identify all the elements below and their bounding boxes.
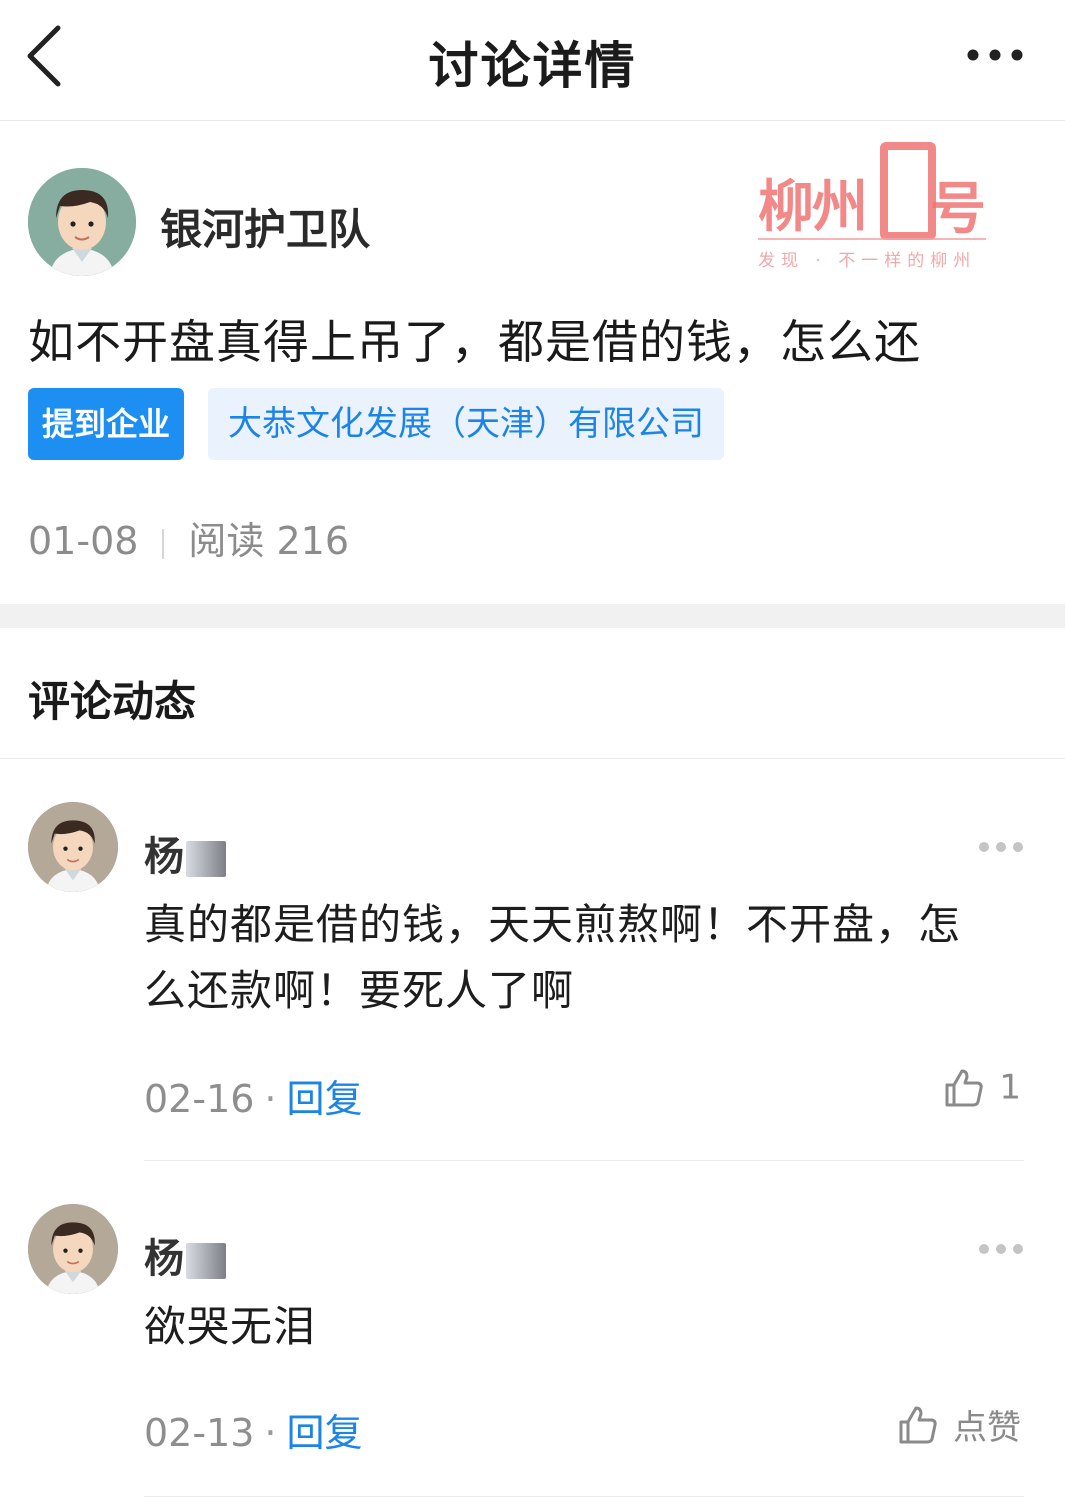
meta-dot: · (264, 1077, 277, 1121)
comment-text-line: 真的都是借的钱，天天煎熬啊！不开盘，怎 (144, 900, 962, 949)
post-date: 01-08 (28, 519, 139, 563)
more-horizontal-icon[interactable] (965, 44, 1025, 66)
comment-author-name[interactable]: 杨 (144, 1226, 226, 1284)
divider (144, 1496, 1024, 1497)
post-author-name[interactable]: 银河护卫队 (160, 196, 370, 257)
thumbs-up-icon (945, 1069, 984, 1106)
page-title: 讨论详情 (428, 37, 637, 95)
comment-text-line: 么还款啊！要死人了啊 (144, 966, 575, 1015)
watermark-divider (758, 238, 986, 240)
mentioned-company-label: 提到企业 (28, 388, 184, 460)
top-nav-bar: 讨论详情 (0, 0, 1065, 121)
comment-meta: 02-13 · 回复 (144, 1402, 363, 1457)
comment-text-line: 欲哭无泪 (144, 1302, 317, 1351)
comments-section-title: 评论动态 (28, 677, 197, 726)
watermark-hao: 号 (930, 177, 986, 242)
post-meta: 01-08 阅读 216 (28, 510, 349, 565)
meta-divider (162, 528, 165, 559)
more-horizontal-icon[interactable] (978, 840, 1024, 854)
like-button[interactable]: 1 (943, 1066, 1021, 1109)
comment-text: 真的都是借的钱，天天煎熬啊！不开盘，怎 么还款啊！要死人了啊 (144, 892, 1024, 1024)
comment-avatar[interactable] (28, 1204, 118, 1294)
comment-author-surname: 杨 (144, 1236, 184, 1282)
thumbs-up-icon (899, 1406, 937, 1443)
section-separator (0, 604, 1065, 628)
comment-meta: 02-16 · 回复 (144, 1068, 363, 1123)
divider (0, 758, 1065, 759)
meta-dot: · (264, 1411, 277, 1455)
like-button[interactable]: 点赞 (897, 1400, 1021, 1449)
redacted-name-block (186, 1243, 226, 1279)
comment-text: 欲哭无泪 (144, 1294, 1024, 1360)
post-read-count: 阅读 216 (188, 519, 350, 563)
avatar-icon (28, 168, 136, 276)
like-count: 1 (999, 1067, 1021, 1108)
avatar-icon (28, 1204, 118, 1294)
post-author-avatar[interactable] (28, 168, 136, 276)
post-content: 如不开盘真得上吊了，都是借的钱，怎么还 (28, 315, 921, 369)
more-horizontal-icon[interactable] (978, 1242, 1024, 1256)
comment-date: 02-16 (144, 1077, 255, 1121)
comment-author-name[interactable]: 杨 (144, 824, 226, 882)
watermark-text: 柳州 (758, 175, 868, 240)
watermark-q-mark (880, 142, 936, 240)
watermark-slogan: 发现 · 不一样的柳州 (758, 251, 977, 271)
watermark-logo: 柳州 号 发现 · 不一样的柳州 (752, 140, 992, 271)
reply-button[interactable]: 回复 (287, 1077, 363, 1121)
redacted-name-block (186, 841, 226, 877)
comment-avatar[interactable] (28, 802, 118, 892)
comment-author-surname: 杨 (144, 834, 184, 880)
comment-date: 02-13 (144, 1411, 255, 1455)
mentioned-company-link[interactable]: 大恭文化发展（天津）有限公司 (208, 388, 724, 460)
like-label: 点赞 (953, 1408, 1021, 1448)
reply-button[interactable]: 回复 (287, 1411, 363, 1455)
divider (144, 1160, 1024, 1161)
avatar-icon (28, 802, 118, 892)
